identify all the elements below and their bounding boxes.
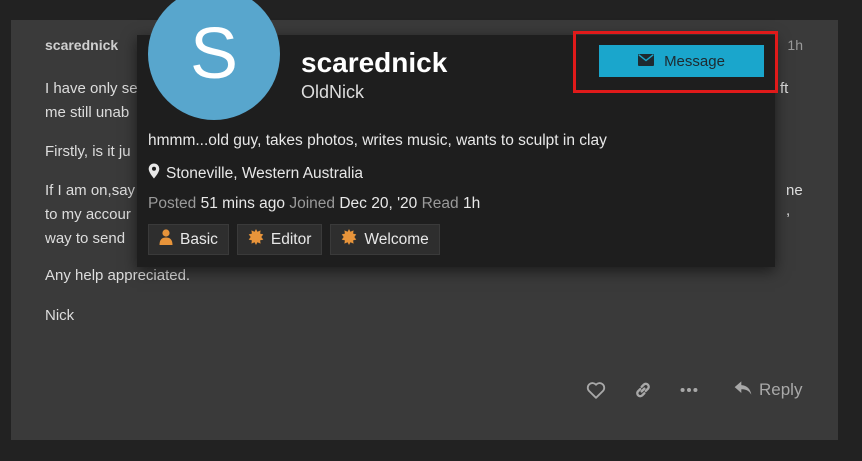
badge-sun-icon (341, 229, 357, 250)
badge-basic[interactable]: Basic (148, 224, 229, 255)
posted-value[interactable]: 51 mins ago (201, 195, 285, 212)
post-text-line: Firstly, is it ju (45, 143, 131, 160)
badge-sun-icon (248, 229, 264, 250)
post-text-line: me still unab (45, 104, 130, 121)
post-text-line: Nick (45, 307, 75, 324)
reply-label: Reply (759, 380, 803, 399)
more-icon[interactable] (678, 379, 700, 401)
badge-list: Basic Editor Welcome (148, 224, 440, 255)
post-text-fragment: ft (780, 80, 789, 97)
badge-welcome[interactable]: Welcome (330, 224, 440, 255)
posted-label: Posted (148, 195, 197, 212)
badge-label: Welcome (364, 230, 429, 248)
badge-label: Basic (180, 230, 218, 248)
link-icon[interactable] (632, 379, 654, 401)
read-value: 1h (462, 195, 481, 212)
card-location: Stoneville, Western Australia (148, 163, 363, 184)
card-full-name: OldNick (301, 82, 365, 102)
location-pin-icon (148, 163, 160, 184)
read-label: Read (421, 195, 459, 212)
post-time[interactable]: 1h (787, 37, 803, 53)
post-text-line: Any help appreciated. (45, 267, 191, 284)
reply-button[interactable]: Reply (733, 377, 802, 403)
joined-label: Joined (289, 195, 336, 212)
post-text-line: If I am on,say (45, 182, 136, 199)
joined-value: Dec 20, '20 (339, 195, 418, 212)
card-stats: Posted 51 mins ago Joined Dec 20, '20 Re… (148, 195, 480, 213)
post-text-line: to my accour (45, 206, 131, 223)
card-bio: hmmm...old guy, takes photos, writes mus… (148, 132, 607, 149)
post-text-line: I have only se (45, 80, 138, 97)
message-button[interactable]: Message (599, 45, 764, 77)
post-text-fragment: ne (786, 182, 803, 199)
post-actions: Reply (11, 375, 838, 405)
user-icon (159, 229, 173, 250)
post-text-line: way to send (45, 230, 126, 247)
location-text: Stoneville, Western Australia (166, 164, 364, 182)
message-label: Message (664, 52, 725, 70)
badge-editor[interactable]: Editor (236, 224, 323, 255)
badge-label: Editor (270, 230, 312, 248)
card-username[interactable]: scarednick (301, 47, 447, 79)
reply-icon (733, 379, 753, 402)
post-author[interactable]: scarednick (45, 37, 118, 53)
heart-icon[interactable] (585, 379, 607, 401)
post-text-fragment: , (786, 202, 791, 219)
envelope-icon (638, 53, 655, 70)
